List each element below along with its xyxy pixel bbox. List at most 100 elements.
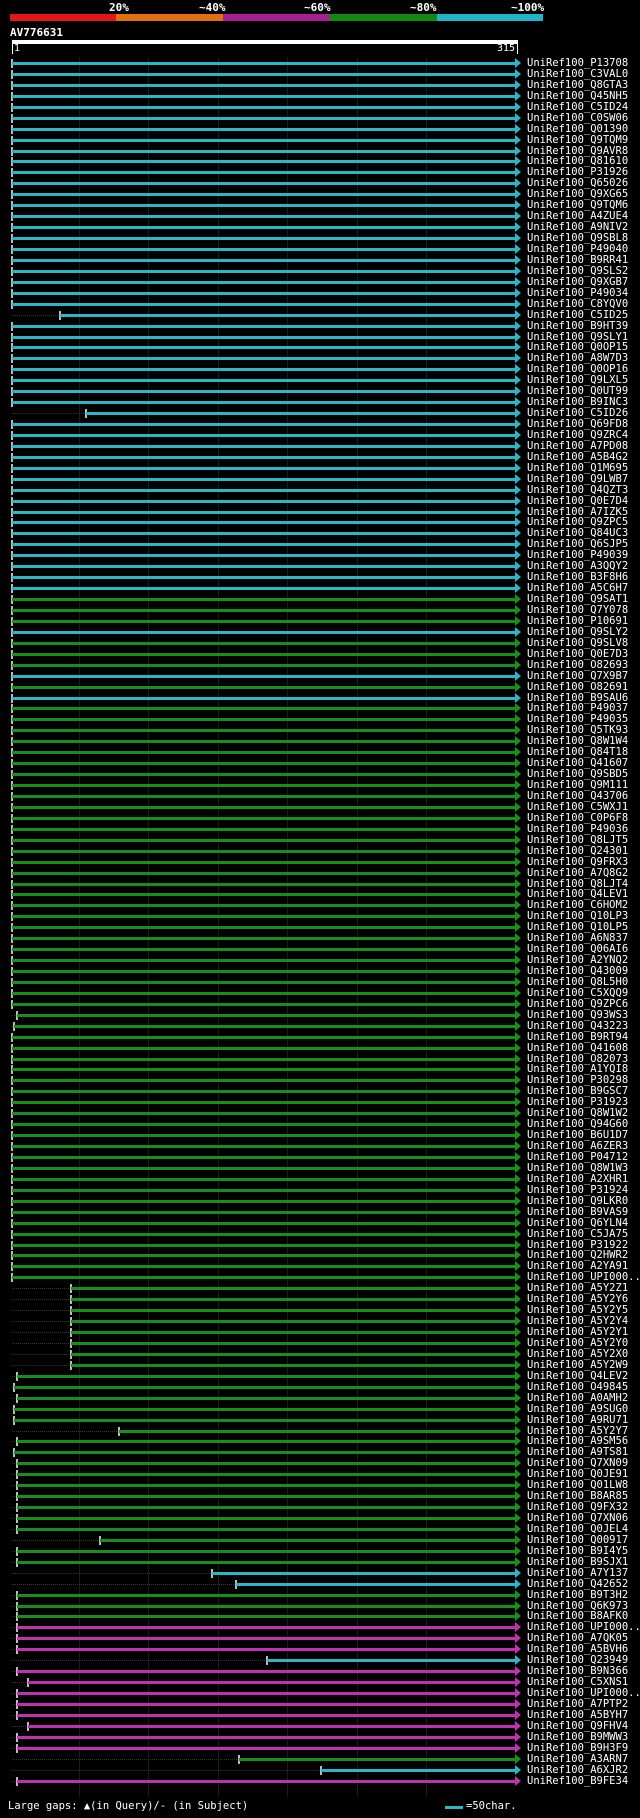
alignment-bar[interactable]: [12, 609, 515, 612]
alignment-bar[interactable]: [12, 433, 515, 437]
alignment-bar[interactable]: [16, 1396, 515, 1400]
alignment-bar[interactable]: [28, 1724, 515, 1728]
alignment-bar[interactable]: [12, 368, 515, 372]
alignment-bar[interactable]: [12, 1145, 515, 1149]
alignment-bar[interactable]: [12, 105, 515, 109]
alignment-bar[interactable]: [71, 1309, 515, 1313]
alignment-bar[interactable]: [16, 1473, 515, 1477]
alignment-bar[interactable]: [16, 1713, 515, 1717]
alignment-bar[interactable]: [12, 860, 515, 864]
alignment-bar[interactable]: [12, 1177, 515, 1181]
alignment-bar[interactable]: [12, 215, 515, 219]
alignment-bar[interactable]: [12, 915, 515, 919]
alignment-bar[interactable]: [16, 1495, 515, 1499]
alignment-bar[interactable]: [321, 1768, 515, 1772]
alignment-bar[interactable]: [236, 1582, 515, 1586]
alignment-bar[interactable]: [12, 1101, 515, 1105]
alignment-bar[interactable]: [12, 587, 515, 591]
alignment-bar[interactable]: [13, 1385, 515, 1389]
alignment-bar[interactable]: [16, 1735, 515, 1739]
alignment-bar[interactable]: [12, 499, 515, 503]
alignment-bar[interactable]: [12, 937, 515, 941]
alignment-bar[interactable]: [12, 477, 515, 481]
alignment-bar[interactable]: [12, 707, 515, 711]
alignment-bar[interactable]: [12, 1156, 515, 1159]
alignment-bar[interactable]: [12, 1265, 515, 1269]
alignment-bar[interactable]: [12, 302, 515, 306]
alignment-bar[interactable]: [12, 751, 515, 755]
alignment-bar[interactable]: [16, 1506, 515, 1510]
alignment-bar[interactable]: [13, 1418, 515, 1422]
alignment-bar[interactable]: [12, 1254, 515, 1258]
alignment-bar[interactable]: [12, 816, 515, 820]
alignment-bar[interactable]: [12, 280, 515, 284]
alignment-bar[interactable]: [119, 1429, 515, 1433]
alignment-bar[interactable]: [12, 871, 515, 875]
alignment-bar[interactable]: [12, 1068, 515, 1072]
alignment-bar[interactable]: [16, 1692, 515, 1696]
alignment-bar[interactable]: [12, 663, 515, 667]
alignment-bar[interactable]: [85, 412, 515, 416]
alignment-bar[interactable]: [12, 740, 515, 744]
alignment-bar[interactable]: [16, 1604, 515, 1608]
alignment-bar[interactable]: [12, 991, 515, 995]
alignment-bar[interactable]: [12, 554, 515, 558]
alignment-bar[interactable]: [12, 970, 515, 974]
alignment-bar[interactable]: [12, 948, 515, 952]
alignment-bar[interactable]: [16, 1560, 515, 1564]
alignment-bar[interactable]: [212, 1571, 515, 1575]
alignment-bar[interactable]: [16, 1626, 515, 1630]
alignment-bar[interactable]: [71, 1287, 515, 1291]
alignment-bar[interactable]: [12, 237, 515, 241]
alignment-bar[interactable]: [12, 1199, 515, 1203]
alignment-bar[interactable]: [100, 1538, 515, 1542]
alignment-bar[interactable]: [12, 510, 515, 514]
alignment-bar[interactable]: [16, 1374, 515, 1378]
alignment-bar[interactable]: [16, 1527, 515, 1531]
alignment-bar[interactable]: [16, 1462, 515, 1466]
alignment-bar[interactable]: [12, 62, 515, 65]
alignment-bar[interactable]: [12, 390, 515, 394]
alignment-bar[interactable]: [12, 718, 515, 722]
hit-label[interactable]: UniRef100_B9FE34: [527, 1775, 628, 1787]
alignment-bar[interactable]: [28, 1681, 515, 1685]
alignment-bar[interactable]: [12, 83, 515, 87]
alignment-bar[interactable]: [12, 149, 515, 153]
alignment-bar[interactable]: [12, 838, 515, 842]
alignment-bar[interactable]: [12, 466, 515, 470]
alignment-bar[interactable]: [16, 1484, 515, 1488]
alignment-bar[interactable]: [12, 269, 515, 273]
alignment-bar[interactable]: [12, 696, 515, 700]
alignment-bar[interactable]: [12, 1166, 515, 1170]
alignment-bar[interactable]: [12, 72, 515, 76]
alignment-bar[interactable]: [12, 455, 515, 459]
alignment-bar[interactable]: [12, 784, 515, 788]
alignment-bar[interactable]: [12, 619, 515, 623]
alignment-bar[interactable]: [16, 1517, 515, 1521]
hit-row[interactable]: UniRef100_B9FE34: [0, 1775, 640, 1787]
alignment-bar[interactable]: [12, 959, 515, 963]
alignment-bar[interactable]: [16, 1549, 515, 1553]
alignment-bar[interactable]: [12, 565, 515, 569]
alignment-bar[interactable]: [12, 827, 515, 831]
alignment-bar[interactable]: [12, 543, 515, 547]
alignment-bar[interactable]: [12, 882, 515, 886]
alignment-bar[interactable]: [12, 423, 515, 427]
alignment-bar[interactable]: [12, 685, 515, 689]
alignment-bar[interactable]: [12, 1188, 515, 1192]
alignment-bar[interactable]: [16, 1013, 515, 1017]
alignment-bar[interactable]: [12, 904, 515, 908]
alignment-bar[interactable]: [71, 1352, 515, 1356]
alignment-bar[interactable]: [12, 1035, 515, 1039]
alignment-bar[interactable]: [12, 1221, 515, 1225]
alignment-bar[interactable]: [12, 1276, 515, 1280]
alignment-bar[interactable]: [16, 1440, 515, 1444]
alignment-bar[interactable]: [12, 630, 515, 634]
alignment-bar[interactable]: [12, 291, 515, 295]
alignment-bar[interactable]: [71, 1320, 515, 1324]
alignment-bar[interactable]: [12, 346, 515, 350]
alignment-bar[interactable]: [12, 258, 515, 262]
alignment-bar[interactable]: [71, 1363, 515, 1367]
alignment-bar[interactable]: [71, 1341, 515, 1345]
alignment-bar[interactable]: [71, 1298, 515, 1302]
